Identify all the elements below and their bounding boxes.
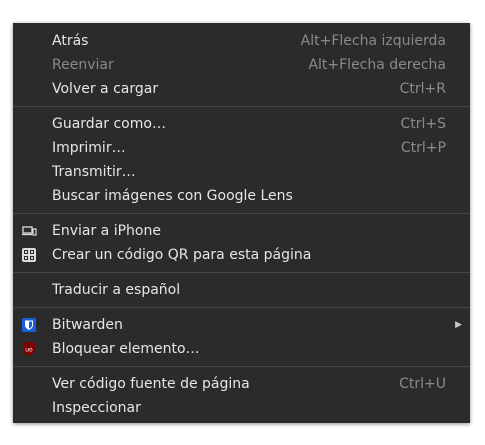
menu-item-label: Bitwarden xyxy=(52,317,123,333)
menu-item-label: Traducir a español xyxy=(52,282,181,298)
menu-separator xyxy=(13,213,470,214)
menu-item-shortcut: Alt+Flecha derecha xyxy=(308,57,446,73)
menu-item-label: Enviar a iPhone xyxy=(52,223,161,239)
menu-item-label: Imprimir… xyxy=(52,140,126,156)
menu-item-label: Transmitir… xyxy=(52,164,136,180)
menu-item-reload[interactable]: Volver a cargar Ctrl+R xyxy=(13,77,470,101)
menu-item-send-to-iphone[interactable]: Enviar a iPhone xyxy=(13,219,470,243)
menu-item-label: Buscar imágenes con Google Lens xyxy=(52,188,293,204)
menu-item-shortcut: Ctrl+P xyxy=(400,140,446,156)
menu-item-save-as[interactable]: Guardar como… Ctrl+S xyxy=(13,112,470,136)
menu-separator xyxy=(13,366,470,367)
menu-item-translate[interactable]: Traducir a español xyxy=(13,278,470,302)
menu-item-view-source[interactable]: Ver código fuente de página Ctrl+U xyxy=(13,372,470,396)
submenu-arrow-icon: ▶ xyxy=(455,320,462,330)
menu-item-print[interactable]: Imprimir… Ctrl+P xyxy=(13,136,470,160)
laptop-phone-icon xyxy=(21,223,37,239)
menu-item-shortcut: Ctrl+U xyxy=(399,376,446,392)
menu-item-label: Inspeccionar xyxy=(52,400,141,416)
menu-item-cast[interactable]: Transmitir… xyxy=(13,160,470,184)
menu-item-shortcut: Ctrl+R xyxy=(399,81,446,97)
menu-item-create-qr[interactable]: Crear un código QR para esta página xyxy=(13,243,470,267)
menu-item-label: Atrás xyxy=(52,33,89,49)
menu-item-label: Ver código fuente de página xyxy=(52,376,250,392)
ublock-origin-icon: uo xyxy=(21,341,37,357)
menu-separator xyxy=(13,106,470,107)
menu-item-label: Crear un código QR para esta página xyxy=(52,247,312,263)
menu-separator xyxy=(13,307,470,308)
menu-item-shortcut: Ctrl+S xyxy=(400,116,446,132)
menu-item-label: Bloquear elemento… xyxy=(52,341,200,357)
menu-item-back[interactable]: Atrás Alt+Flecha izquierda xyxy=(13,29,470,53)
menu-separator xyxy=(13,272,470,273)
menu-item-label: Guardar como… xyxy=(52,116,166,132)
menu-item-google-lens[interactable]: Buscar imágenes con Google Lens xyxy=(13,184,470,208)
menu-item-block-element[interactable]: uo Bloquear elemento… xyxy=(13,337,470,361)
menu-item-forward: Reenviar Alt+Flecha derecha xyxy=(13,53,470,77)
svg-text:uo: uo xyxy=(25,347,33,354)
bitwarden-shield-icon xyxy=(21,317,37,333)
menu-item-bitwarden[interactable]: Bitwarden ▶ xyxy=(13,313,470,337)
context-menu: Atrás Alt+Flecha izquierda Reenviar Alt+… xyxy=(13,23,470,423)
menu-item-label: Volver a cargar xyxy=(52,81,159,97)
qr-code-icon xyxy=(21,247,37,263)
menu-item-shortcut: Alt+Flecha izquierda xyxy=(300,33,446,49)
menu-item-inspect[interactable]: Inspeccionar xyxy=(13,396,470,420)
menu-item-label: Reenviar xyxy=(52,57,114,73)
